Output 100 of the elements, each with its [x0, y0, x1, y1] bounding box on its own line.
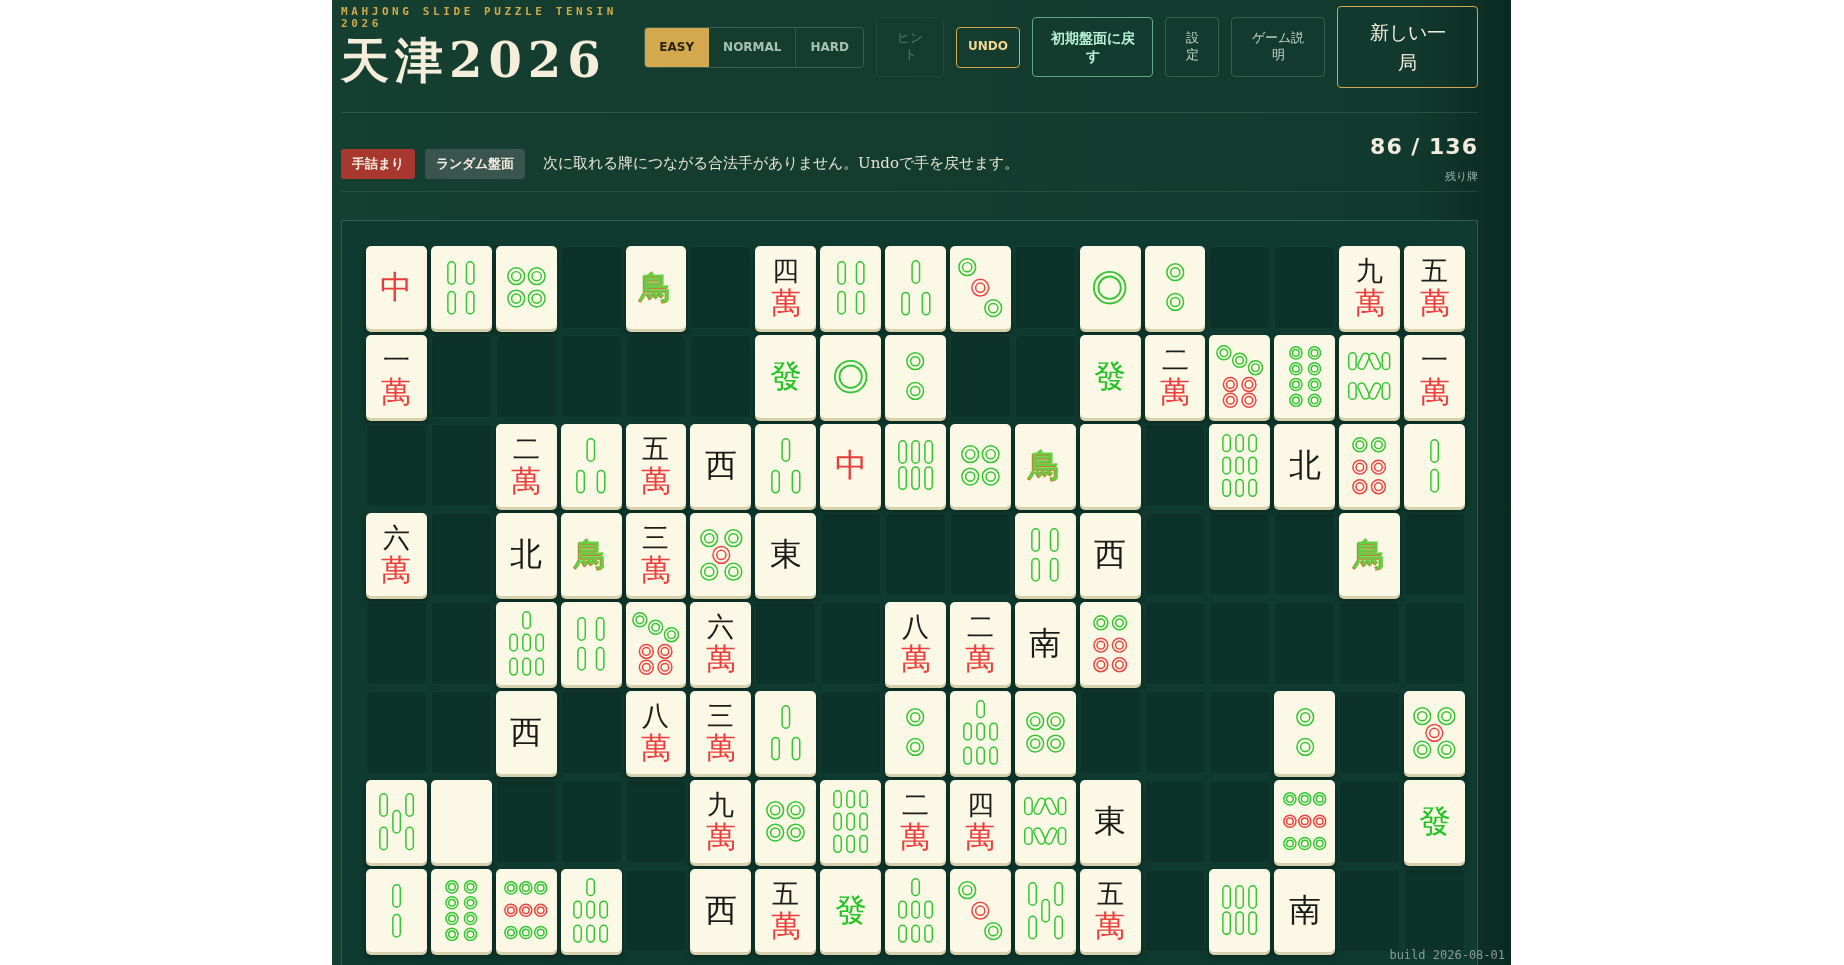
- circles-drawing: [698, 527, 744, 582]
- mahjong-tile[interactable]: [755, 424, 817, 507]
- mahjong-tile[interactable]: 北: [495, 513, 557, 596]
- mahjong-tile[interactable]: [1014, 780, 1076, 863]
- mahjong-tile[interactable]: 南: [1274, 869, 1336, 952]
- mahjong-tile[interactable]: [1144, 246, 1206, 329]
- mahjong-tile[interactable]: [1274, 780, 1336, 863]
- bamboo-drawing: [446, 259, 477, 316]
- mahjong-tile[interactable]: [1274, 691, 1336, 774]
- status-message: 次に取れる牌につながる合法手がありません。Undoで手を戻せます。: [543, 154, 1019, 173]
- mahjong-tile[interactable]: [820, 335, 882, 418]
- mahjong-tile[interactable]: 西: [1079, 513, 1141, 596]
- mahjong-tile[interactable]: [820, 246, 882, 329]
- mahjong-tile[interactable]: 二 萬: [885, 780, 946, 863]
- mahjong-tile[interactable]: 五 萬: [1079, 869, 1141, 952]
- mahjong-tile[interactable]: 六 萬: [690, 602, 752, 685]
- mahjong-tile[interactable]: 中: [820, 424, 882, 507]
- mahjong-tile[interactable]: [1404, 691, 1465, 774]
- mahjong-tile[interactable]: [366, 780, 427, 863]
- mahjong-tile[interactable]: 三 萬: [625, 513, 687, 596]
- mahjong-tile[interactable]: 三 萬: [690, 691, 752, 774]
- mahjong-tile[interactable]: 二 萬: [1144, 335, 1206, 418]
- difficulty-tab[interactable]: NORMAL: [709, 27, 797, 67]
- mahjong-tile[interactable]: [1209, 335, 1271, 418]
- mahjong-tile[interactable]: [560, 602, 622, 685]
- mahjong-tile[interactable]: [949, 246, 1011, 329]
- status-badge: ランダム盤面: [425, 149, 525, 179]
- mahjong-tile[interactable]: 北: [1274, 424, 1336, 507]
- mahjong-tile[interactable]: [949, 869, 1011, 952]
- mahjong-tile[interactable]: [1274, 335, 1336, 418]
- mahjong-tile[interactable]: [1209, 869, 1271, 952]
- mahjong-tile[interactable]: [430, 869, 492, 952]
- mahjong-tile[interactable]: [430, 780, 492, 863]
- bamboo-drawing: [1030, 526, 1061, 583]
- mahjong-tile[interactable]: 九 萬: [690, 780, 752, 863]
- mahjong-tile[interactable]: 九 萬: [1339, 246, 1401, 329]
- mahjong-tile[interactable]: [366, 869, 427, 952]
- mahjong-tile[interactable]: 五 萬: [755, 869, 817, 952]
- app-title: 天津2026: [341, 32, 608, 88]
- mahjong-tile[interactable]: [1079, 246, 1141, 329]
- mahjong-tile[interactable]: [1339, 424, 1401, 507]
- mahjong-tile[interactable]: [495, 602, 557, 685]
- mahjong-tile[interactable]: 一 萬: [366, 335, 427, 418]
- bamboo-drawing: [1026, 880, 1064, 941]
- mahjong-tile[interactable]: 八 萬: [625, 691, 687, 774]
- mahjong-tile[interactable]: 八 萬: [885, 602, 946, 685]
- mahjong-tile[interactable]: [1339, 335, 1401, 418]
- mahjong-tile[interactable]: [820, 780, 882, 863]
- mahjong-tile[interactable]: [1079, 602, 1141, 685]
- circles-drawing: [1294, 707, 1315, 758]
- mahjong-tile[interactable]: [1404, 424, 1465, 507]
- mahjong-tile[interactable]: [885, 869, 946, 952]
- mahjong-tile[interactable]: [1079, 424, 1141, 507]
- mahjong-tile[interactable]: 六 萬: [366, 513, 427, 596]
- mahjong-tile[interactable]: [495, 869, 557, 952]
- mahjong-tile[interactable]: [949, 424, 1011, 507]
- mahjong-tile[interactable]: 東: [755, 513, 817, 596]
- mahjong-tile[interactable]: [949, 691, 1011, 774]
- mahjong-tile[interactable]: [560, 869, 622, 952]
- bamboo-drawing: [1221, 884, 1259, 937]
- mahjong-tile[interactable]: 二 萬: [495, 424, 557, 507]
- mahjong-tile[interactable]: [1014, 513, 1076, 596]
- circles-drawing: [631, 610, 681, 677]
- mahjong-tile[interactable]: 中: [366, 246, 427, 329]
- mahjong-tile[interactable]: [625, 602, 687, 685]
- mahjong-tile[interactable]: [885, 691, 946, 774]
- mahjong-tile[interactable]: [495, 246, 557, 329]
- mahjong-tile[interactable]: 四 萬: [949, 780, 1011, 863]
- app-subtitle: MAHJONG SLIDE PUZZLE TENSIN 2026: [341, 6, 618, 30]
- action-button[interactable]: ゲーム説明: [1231, 17, 1325, 77]
- mahjong-tile[interactable]: 五 萬: [625, 424, 687, 507]
- tile-count: 86 / 136: [1370, 134, 1478, 159]
- mahjong-tile[interactable]: [430, 246, 492, 329]
- action-button[interactable]: UNDO: [956, 26, 1020, 68]
- action-button[interactable]: 初期盤面に戻す: [1032, 17, 1153, 77]
- mahjong-tile[interactable]: [1014, 691, 1076, 774]
- mahjong-tile[interactable]: [690, 513, 752, 596]
- mahjong-tile[interactable]: [755, 780, 817, 863]
- circles-drawing: [1282, 791, 1328, 852]
- mahjong-tile[interactable]: 西: [495, 691, 557, 774]
- mahjong-tile[interactable]: [885, 424, 946, 507]
- mahjong-tile[interactable]: 東: [1079, 780, 1141, 863]
- action-button[interactable]: 新しい一局: [1337, 6, 1478, 88]
- mahjong-tile[interactable]: [755, 691, 817, 774]
- mahjong-tile[interactable]: 五 萬: [1404, 246, 1465, 329]
- mahjong-tile[interactable]: 四 萬: [755, 246, 817, 329]
- difficulty-tab[interactable]: EASY: [645, 27, 710, 67]
- mahjong-tile[interactable]: 西: [690, 424, 752, 507]
- action-button[interactable]: 設定: [1165, 17, 1219, 77]
- difficulty-tab[interactable]: HARD: [796, 27, 863, 67]
- mahjong-tile[interactable]: 西: [690, 869, 752, 952]
- mahjong-tile[interactable]: [560, 424, 622, 507]
- mahjong-tile[interactable]: [1014, 869, 1076, 952]
- mahjong-tile[interactable]: [885, 335, 946, 418]
- mahjong-tile[interactable]: 南: [1014, 602, 1076, 685]
- circles-drawing: [444, 878, 479, 943]
- mahjong-tile[interactable]: 一 萬: [1404, 335, 1465, 418]
- mahjong-tile[interactable]: 二 萬: [949, 602, 1011, 685]
- mahjong-tile[interactable]: [885, 246, 946, 329]
- mahjong-tile[interactable]: [1209, 424, 1271, 507]
